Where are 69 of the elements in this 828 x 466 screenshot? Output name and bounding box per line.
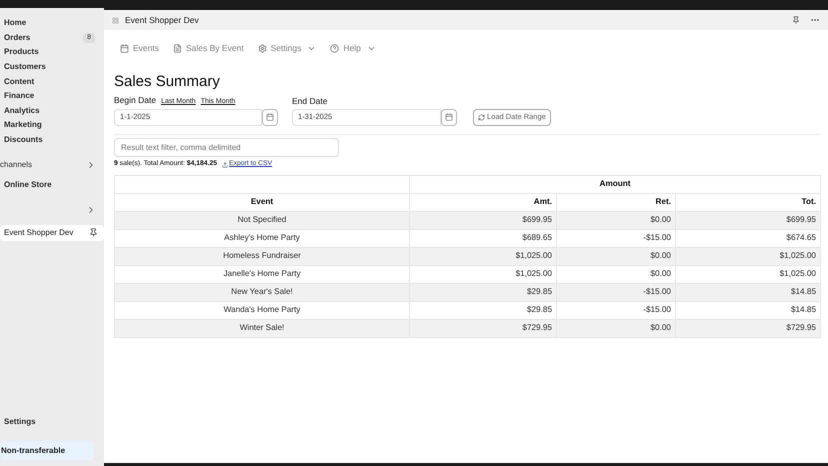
- sidebar-item[interactable]: Marketing: [4, 119, 42, 132]
- calendar-icon: [120, 44, 129, 52]
- sidebar-item[interactable]: Settings: [0, 416, 104, 428]
- calendar-icon: [266, 113, 274, 121]
- table-cell: $699.95: [522, 214, 552, 224]
- sidebar-item[interactable]: Finance: [4, 90, 34, 102]
- table-cell: $0.00: [650, 250, 671, 260]
- calendar-button[interactable]: [262, 108, 278, 126]
- sidebar-item[interactable]: Orders: [4, 32, 30, 44]
- column-group-header: Amount: [600, 178, 630, 188]
- table-cell: $14.85: [790, 304, 816, 314]
- app-title: Event Shopper Dev: [125, 14, 199, 26]
- table-cell: $699.95: [786, 214, 816, 224]
- sidebar-item[interactable]: Products: [4, 46, 39, 58]
- sidebar-section: channels: [0, 159, 32, 172]
- sidebar-app-item[interactable]: Event Shopper Dev: [0, 224, 104, 241]
- sidebar-item[interactable]: Customers: [4, 61, 46, 74]
- table-cell: $14.85: [790, 286, 816, 296]
- document-icon: [173, 44, 182, 52]
- sidebar-item[interactable]: Discounts: [4, 134, 43, 146]
- help-icon: [330, 44, 340, 52]
- table-cell: Homeless Fundraiser: [223, 250, 301, 260]
- column-header: Tot.: [802, 196, 816, 206]
- calendar-button[interactable]: [441, 108, 457, 126]
- calendar-icon: [445, 113, 453, 121]
- table-cell: $0.00: [650, 268, 671, 278]
- refresh-icon: [478, 114, 485, 120]
- page-title: Sales Summary: [114, 72, 221, 92]
- sidebar-item[interactable]: Online Store: [4, 178, 52, 191]
- column-header: Amt.: [534, 196, 552, 206]
- pin-icon[interactable]: [792, 16, 800, 24]
- sidebar-item[interactable]: Home: [4, 17, 26, 30]
- table-cell: $729.95: [522, 322, 552, 332]
- nav-menu-item[interactable]: Help: [330, 42, 376, 54]
- column-header: Ret.: [656, 196, 671, 206]
- gear-icon: [258, 44, 267, 52]
- plan-banner: Non-transferable: [0, 441, 94, 460]
- table-cell: Not Specified: [238, 214, 286, 224]
- table-cell: Ashley's Home Party: [224, 232, 300, 242]
- filter-field[interactable]: Result text filter, comma delimited: [114, 138, 339, 156]
- pin-icon[interactable]: [89, 228, 98, 238]
- upload-icon: [222, 162, 228, 168]
- table-cell: $1,025.00: [780, 268, 816, 278]
- table-cell: $689.65: [522, 232, 552, 242]
- table-cell: $0.00: [650, 214, 671, 224]
- field-label: End Date: [292, 94, 328, 108]
- table-cell: $29.85: [526, 304, 552, 314]
- table-cell: -$15.00: [643, 286, 671, 296]
- field-label: Begin Date: [114, 94, 156, 107]
- app-icon: [112, 16, 119, 24]
- table-cell: New Year's Sale!: [231, 286, 293, 296]
- table-cell: $1,025.00: [516, 250, 552, 260]
- nav-menu-item[interactable]: Sales By Event: [173, 42, 244, 54]
- nav-menu-item[interactable]: Events: [120, 42, 159, 54]
- table-cell: -$15.00: [643, 304, 671, 314]
- table-cell: $729.95: [786, 322, 816, 332]
- table-cell: $1,025.00: [780, 250, 816, 260]
- table-cell: Janelle's Home Party: [223, 268, 301, 278]
- table-cell: $674.65: [786, 232, 816, 242]
- table-cell: $0.00: [650, 322, 671, 332]
- table-cell: $29.85: [526, 286, 552, 296]
- column-header: Event: [250, 196, 274, 206]
- sidebar-item[interactable]: Content: [4, 76, 34, 88]
- table-cell: $1,025.00: [516, 268, 552, 278]
- table-cell: Winter Sale!: [240, 322, 284, 332]
- table-cell: -$15.00: [643, 232, 671, 242]
- table-cell: Wanda's Home Party: [224, 304, 300, 314]
- nav-menu-item[interactable]: Settings: [258, 42, 316, 54]
- sidebar-item[interactable]: Analytics: [4, 104, 40, 117]
